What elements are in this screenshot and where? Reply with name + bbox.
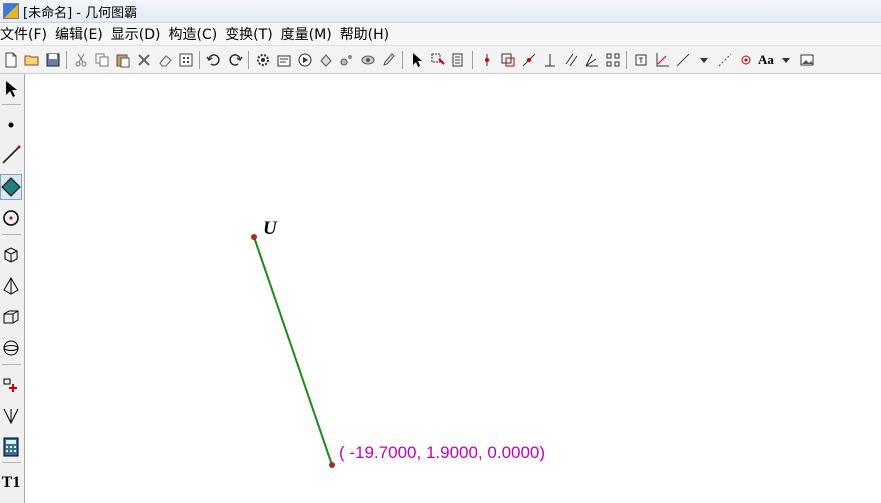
- dropdown-arrow-icon[interactable]: [693, 49, 714, 70]
- select-arrow-tool[interactable]: [0, 76, 22, 102]
- select-region-icon[interactable]: [427, 49, 448, 70]
- toolbar-separator: [66, 50, 67, 69]
- new-file-icon[interactable]: [0, 49, 21, 70]
- label-icon[interactable]: [630, 49, 651, 70]
- toolbar-separator: [248, 50, 249, 69]
- cut-icon[interactable]: [70, 49, 91, 70]
- palette-separator: [2, 104, 21, 105]
- redo-icon[interactable]: [224, 49, 245, 70]
- toolbar-separator: [472, 50, 473, 69]
- prism-tool[interactable]: [0, 304, 22, 330]
- parallel-icon[interactable]: [560, 49, 581, 70]
- save-icon[interactable]: [42, 49, 63, 70]
- angle-bisector-icon[interactable]: [581, 49, 602, 70]
- line-style-icon[interactable]: [672, 49, 693, 70]
- point-tool[interactable]: [0, 112, 22, 138]
- menu-file[interactable]: 文件(F): [0, 24, 53, 44]
- text-tool[interactable]: T1: [0, 470, 22, 496]
- intersection-icon[interactable]: [497, 49, 518, 70]
- color-fill-icon[interactable]: [315, 49, 336, 70]
- drawing-canvas[interactable]: U ( -19.7000, 1.9000, 0.0000): [25, 74, 881, 503]
- paste-icon[interactable]: [112, 49, 133, 70]
- toolbar-separator: [402, 50, 403, 69]
- endpoint[interactable]: [329, 462, 335, 468]
- eraser-icon[interactable]: [154, 49, 175, 70]
- tool-palette: T1: [0, 74, 25, 503]
- image-icon[interactable]: [797, 49, 818, 70]
- pyramid-tool[interactable]: [0, 273, 22, 299]
- palette-separator: [2, 234, 21, 235]
- perpendicular-icon[interactable]: [539, 49, 560, 70]
- sphere-tool[interactable]: [0, 335, 22, 361]
- dashed-line-icon[interactable]: [714, 49, 735, 70]
- settings-gear-icon[interactable]: [252, 49, 273, 70]
- menu-bar: 文件(F) 编辑(E) 显示(D) 构造(C) 变换(T) 度量(M) 帮助(H…: [0, 23, 881, 46]
- select-list-icon[interactable]: [448, 49, 469, 70]
- menu-edit[interactable]: 编辑(E): [53, 24, 109, 44]
- menu-measure[interactable]: 度量(M): [279, 24, 338, 44]
- cube-tool[interactable]: [0, 242, 22, 268]
- title-bar: [未命名] - 几何图霸: [0, 0, 881, 23]
- polygon-tool[interactable]: [0, 174, 22, 200]
- segment[interactable]: [253, 236, 333, 466]
- delete-icon[interactable]: [133, 49, 154, 70]
- dropdown-arrow-icon[interactable]: [776, 49, 797, 70]
- text-style-button[interactable]: Aa: [756, 49, 776, 70]
- point-u-label[interactable]: U: [263, 218, 277, 240]
- grid-points-icon[interactable]: [602, 49, 623, 70]
- pointer-select-icon[interactable]: [406, 49, 427, 70]
- grid-select-icon[interactable]: [175, 49, 196, 70]
- toolbar-separator: [199, 50, 200, 69]
- undo-icon[interactable]: [203, 49, 224, 70]
- circle-tool[interactable]: [0, 205, 22, 231]
- hide-show-icon[interactable]: [357, 49, 378, 70]
- point-u[interactable]: [251, 234, 257, 240]
- app-icon: [3, 3, 19, 19]
- palette-separator: [2, 462, 21, 463]
- point-style-icon[interactable]: [735, 49, 756, 70]
- brush-icon[interactable]: [378, 49, 399, 70]
- copy-icon[interactable]: [91, 49, 112, 70]
- menu-help[interactable]: 帮助(H): [338, 24, 395, 44]
- animate-icon[interactable]: [294, 49, 315, 70]
- geometry-drawing: [251, 234, 335, 468]
- window-title: [未命名] - 几何图霸: [23, 5, 138, 21]
- coordinate-readout[interactable]: ( -19.7000, 1.9000, 0.0000): [339, 443, 545, 463]
- midpoint-icon[interactable]: [518, 49, 539, 70]
- point-on-line-icon[interactable]: [476, 49, 497, 70]
- menu-display[interactable]: 显示(D): [109, 24, 167, 44]
- open-folder-icon[interactable]: [21, 49, 42, 70]
- transform-tool[interactable]: [0, 372, 22, 398]
- palette-separator: [2, 364, 21, 365]
- function-tool[interactable]: [0, 403, 22, 429]
- menu-transform[interactable]: 变换(T): [223, 24, 278, 44]
- segment-tool[interactable]: [0, 142, 22, 168]
- calculator-tool[interactable]: [0, 434, 22, 460]
- trace-icon[interactable]: [336, 49, 357, 70]
- toolbar-separator: [626, 50, 627, 69]
- properties-icon[interactable]: [273, 49, 294, 70]
- axes-icon[interactable]: [651, 49, 672, 70]
- menu-construct[interactable]: 构造(C): [166, 24, 223, 44]
- main-toolbar: Aa: [0, 46, 881, 74]
